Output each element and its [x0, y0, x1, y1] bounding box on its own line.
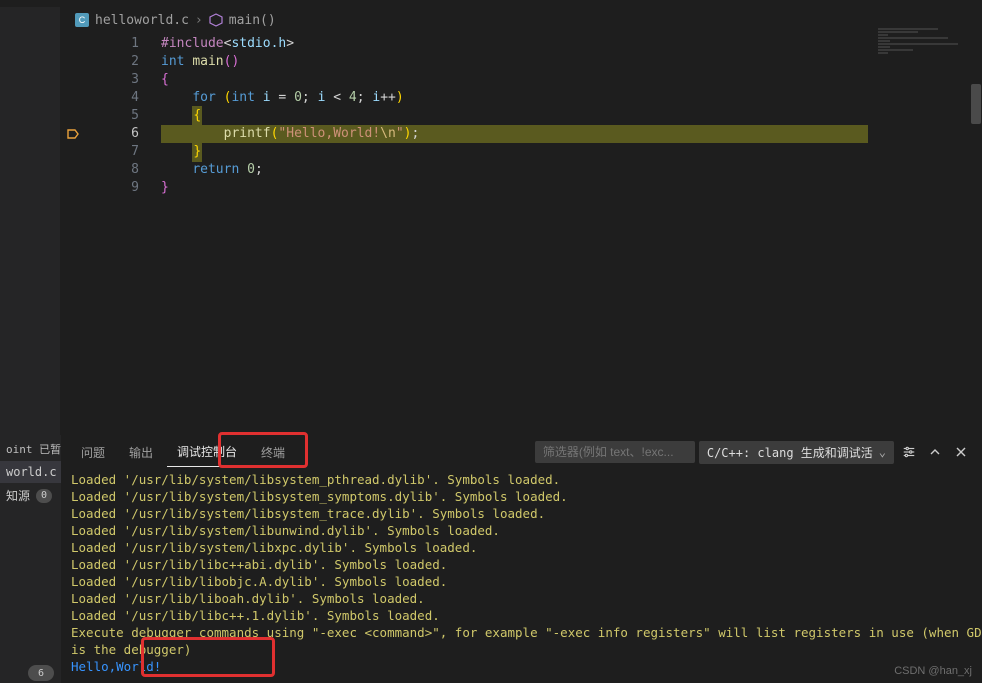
console-stdout-line: Hello,World! [71, 658, 972, 675]
console-filter-input[interactable] [535, 441, 695, 463]
breakpoint-current-icon[interactable] [67, 128, 79, 140]
console-log-line: Loaded '/usr/lib/system/libsystem_pthrea… [71, 471, 972, 488]
console-log-line: Loaded '/usr/lib/libc++abi.dylib'. Symbo… [71, 556, 972, 573]
svg-text:C: C [79, 15, 86, 25]
debug-side-panel: oint 已暂停 world.c 知源 0 [0, 435, 61, 683]
page-indicator: 6 [28, 665, 54, 681]
line-number: 6 [61, 125, 161, 143]
tab-debug-console[interactable]: 调试控制台 [167, 437, 247, 467]
chevron-up-icon[interactable] [924, 441, 946, 463]
close-panel-icon[interactable] [950, 441, 972, 463]
c-file-icon: C [75, 13, 89, 27]
settings-icon[interactable] [898, 441, 920, 463]
line-number: 3 [61, 71, 161, 89]
code-editor[interactable]: 1#include<stdio.h>2int main()3{4 for (in… [61, 33, 982, 435]
console-log-line: Loaded '/usr/lib/system/libsystem_trace.… [71, 505, 972, 522]
chevron-right-icon: › [195, 13, 203, 28]
panel-tabbar: 问题 输出 调试控制台 终端 C/C++: clang 生成和调试活 ⌄ [61, 435, 982, 469]
console-log-line: Loaded '/usr/lib/libobjc.A.dylib'. Symbo… [71, 573, 972, 590]
activity-sidebar [0, 7, 61, 435]
loaded-sources-label: 知源 [6, 487, 30, 504]
line-number: 7 [61, 143, 161, 161]
symbol-method-icon [209, 13, 223, 27]
debug-console-output[interactable]: Loaded '/usr/lib/system/libsystem_pthrea… [61, 469, 982, 683]
code-line[interactable]: 4 for (int i = 0; i < 4; i++) [61, 89, 982, 107]
console-log-line: Loaded '/usr/lib/system/libxpc.dylib'. S… [71, 539, 972, 556]
console-log-line: Loaded '/usr/lib/liboah.dylib'. Symbols … [71, 590, 972, 607]
tab-terminal[interactable]: 终端 [251, 438, 295, 467]
console-log-line: Execute debugger commands using "-exec <… [71, 624, 972, 641]
loaded-sources-count: 0 [36, 489, 52, 503]
tab-problems[interactable]: 问题 [71, 438, 115, 467]
breadcrumb-file[interactable]: helloworld.c [95, 13, 189, 28]
code-line[interactable]: 8 return 0; [61, 161, 982, 179]
line-number: 1 [61, 35, 161, 53]
minimap[interactable] [878, 28, 978, 88]
tab-output[interactable]: 输出 [119, 438, 163, 467]
line-number: 9 [61, 179, 161, 197]
console-log-line: Loaded '/usr/lib/libc++.1.dylib'. Symbol… [71, 607, 972, 624]
code-line[interactable]: 2int main() [61, 53, 982, 71]
debug-config-selector[interactable]: C/C++: clang 生成和调试活 ⌄ [699, 441, 894, 464]
watermark: CSDN @han_xj [894, 665, 972, 677]
code-line[interactable]: 1#include<stdio.h> [61, 35, 982, 53]
breadcrumb-symbol[interactable]: main() [229, 13, 276, 28]
console-log-line: Loaded '/usr/lib/system/libunwind.dylib'… [71, 522, 972, 539]
callstack-header: oint 已暂停 [0, 435, 61, 461]
code-line[interactable]: 9} [61, 179, 982, 197]
callstack-file[interactable]: world.c [0, 461, 61, 483]
line-number: 5 [61, 107, 161, 125]
line-number: 2 [61, 53, 161, 71]
code-line[interactable]: 7 } [61, 143, 982, 161]
editor-area: C helloworld.c › main() 1#include<stdio.… [61, 7, 982, 435]
chevron-down-icon: ⌄ [879, 445, 886, 459]
code-line[interactable]: 3{ [61, 71, 982, 89]
console-log-line: is the debugger) [71, 641, 972, 658]
line-number: 4 [61, 89, 161, 107]
code-line[interactable]: 5 { [61, 107, 982, 125]
line-number: 8 [61, 161, 161, 179]
debug-config-label: C/C++: clang 生成和调试活 [707, 444, 873, 461]
console-log-line: Loaded '/usr/lib/system/libsystem_sympto… [71, 488, 972, 505]
breadcrumb[interactable]: C helloworld.c › main() [61, 7, 982, 33]
